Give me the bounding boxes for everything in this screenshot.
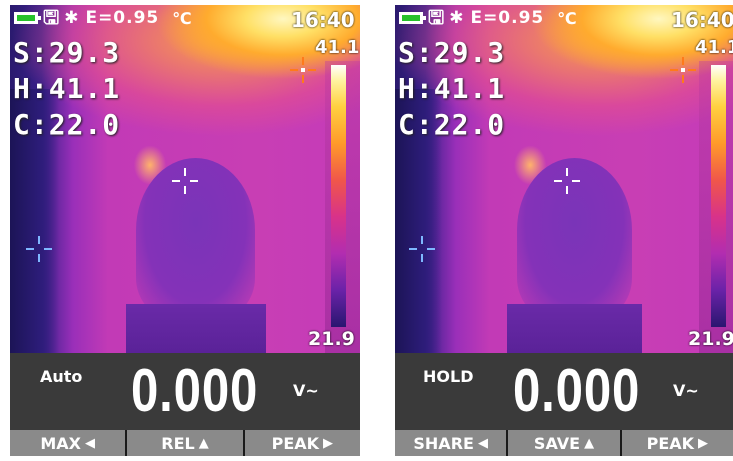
cold-spot-crosshair-icon	[409, 236, 435, 262]
center-reading: C:22.0	[13, 108, 121, 141]
clock: 16:40	[671, 8, 733, 32]
cool-base	[506, 304, 642, 353]
right-arrow-icon: ▶	[698, 435, 709, 451]
center-reading: C:22.0	[398, 108, 506, 141]
right-arrow-icon: ▶	[323, 435, 334, 451]
color-scale-bar	[711, 65, 726, 327]
peak-button-label: PEAK	[646, 433, 695, 453]
save-button[interactable]: SAVE ▲	[506, 430, 620, 456]
scale-min-label: 21.9	[688, 328, 733, 350]
left-arrow-icon: ◀	[477, 435, 488, 451]
peak-button-label: PEAK	[271, 433, 320, 453]
center-crosshair-icon	[554, 168, 580, 194]
multimeter-panel: Auto 0.000 V~	[10, 353, 360, 430]
multimeter-panel: HOLD 0.000 V~	[395, 353, 733, 430]
softkey-bar: SHARE ◀ SAVE ▲ PEAK ▶	[395, 430, 733, 456]
max-button[interactable]: MAX ◀	[10, 430, 126, 456]
bluetooth-icon: ✱	[64, 7, 79, 28]
range-mode-label: Auto	[40, 367, 83, 386]
bluetooth-icon: ✱	[449, 7, 464, 28]
hot-spot-crosshair-icon	[290, 57, 316, 83]
hold-mode-label: HOLD	[423, 367, 474, 386]
measurement-value: 0.000	[131, 357, 259, 424]
hot-spot-crosshair-icon	[670, 57, 696, 83]
cool-base	[125, 304, 266, 353]
spot-reading: S:29.3	[398, 36, 506, 69]
up-arrow-icon: ▲	[584, 435, 595, 451]
save-icon: 🖫	[428, 6, 445, 29]
cold-spot-crosshair-icon	[26, 236, 52, 262]
measurement-unit: V~	[673, 381, 699, 400]
scale-min-label: 21.9	[308, 328, 355, 350]
battery-full-icon	[399, 12, 426, 24]
rel-button-label: REL	[161, 433, 195, 453]
scale-max-label: 41.1	[315, 37, 360, 58]
emissivity-label: E=0.95	[470, 8, 545, 28]
rel-button[interactable]: REL ▲	[125, 430, 243, 456]
softkey-bar: MAX ◀ REL ▲ PEAK ▶	[10, 430, 360, 456]
status-bar: 🖫 ✱ E=0.95 ℃	[14, 7, 192, 29]
measurement-value: 0.000	[513, 357, 641, 424]
scale-max-label: 41.1	[695, 37, 733, 58]
peak-button[interactable]: PEAK ▶	[619, 430, 733, 456]
share-button[interactable]: SHARE ◀	[395, 430, 507, 456]
spot-reading: S:29.3	[13, 36, 121, 69]
clock: 16:40	[291, 8, 355, 32]
peak-button[interactable]: PEAK ▶	[242, 430, 360, 456]
temperature-readings: S:29.3 H:41.1 C:22.0	[13, 35, 120, 143]
temperature-unit: ℃	[557, 8, 577, 28]
temperature-unit: ℃	[172, 8, 192, 28]
emissivity-label: E=0.95	[85, 8, 160, 28]
color-scale-bar	[331, 65, 346, 327]
thermal-meter-screen-auto: 🖫 ✱ E=0.95 ℃ 16:40 S:29.3 H:41.1 C:22.0 …	[10, 5, 360, 456]
up-arrow-icon: ▲	[198, 435, 209, 451]
save-icon: 🖫	[43, 6, 60, 29]
max-button-label: MAX	[40, 433, 81, 453]
save-button-label: SAVE	[533, 433, 581, 453]
temperature-readings: S:29.3 H:41.1 C:22.0	[398, 35, 505, 143]
center-crosshair-icon	[172, 168, 198, 194]
measurement-unit: V~	[293, 381, 319, 400]
thermal-meter-screen-hold: 🖫 ✱ E=0.95 ℃ 16:40 S:29.3 H:41.1 C:22.0 …	[395, 5, 733, 456]
battery-full-icon	[14, 12, 41, 24]
high-reading: H:41.1	[398, 72, 506, 105]
high-reading: H:41.1	[13, 72, 121, 105]
share-button-label: SHARE	[413, 433, 474, 453]
left-arrow-icon: ◀	[84, 435, 95, 451]
status-bar: 🖫 ✱ E=0.95 ℃	[399, 7, 577, 29]
